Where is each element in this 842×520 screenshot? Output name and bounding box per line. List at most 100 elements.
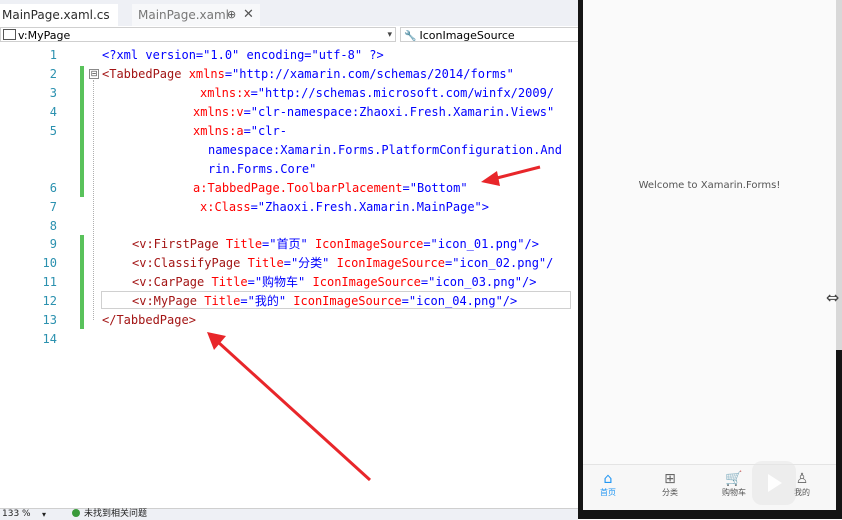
element-name: <v:CarPage bbox=[132, 275, 212, 289]
tab-label: MainPage.xaml.cs bbox=[2, 8, 110, 22]
chevron-down-icon[interactable]: ▾ bbox=[42, 509, 46, 520]
line-number: 5 bbox=[49, 124, 57, 138]
code-line-10: <v:ClassifyPage Title="分类" IconImageSour… bbox=[132, 254, 553, 273]
pin-icon[interactable]: ⊕ bbox=[227, 4, 236, 26]
attribute-name: Title bbox=[204, 294, 241, 308]
android-emulator: Welcome to Xamarin.Forms! ⌂ 首页 ⊞ 分类 🛒 购物… bbox=[578, 0, 842, 519]
collapse-icon[interactable]: ⊟ bbox=[89, 69, 99, 79]
line-number: 11 bbox=[42, 275, 57, 289]
welcome-label: Welcome to Xamarin.Forms! bbox=[638, 180, 781, 191]
attribute-value: ="分类" bbox=[283, 256, 337, 270]
attribute-name: a:TabbedPage.ToolbarPlacement bbox=[193, 181, 403, 195]
attribute-name: Title bbox=[225, 237, 263, 251]
element-selector-value: v:MyPage bbox=[18, 29, 71, 42]
code-line-6: a:TabbedPage.ToolbarPlacement="Bottom" bbox=[193, 179, 468, 198]
tab-home[interactable]: ⌂ 首页 bbox=[583, 471, 633, 498]
emulator-screen[interactable]: Welcome to Xamarin.Forms! ⌂ 首页 ⊞ 分类 🛒 购物… bbox=[583, 0, 836, 510]
line-number: 3 bbox=[49, 86, 57, 100]
attribute-value: ="购物车" bbox=[247, 275, 313, 289]
member-selector-value: IconImageSource bbox=[419, 29, 515, 42]
line-number: 13 bbox=[42, 313, 57, 327]
code-line-1: <?xml version="1.0" encoding="utf-8" ?> bbox=[102, 46, 384, 65]
attribute-value: rin.Forms.Core" bbox=[208, 162, 317, 176]
line-number: 1 bbox=[49, 48, 57, 62]
tab-label: MainPage.xaml bbox=[138, 8, 229, 22]
closing-element: </TabbedPage> bbox=[102, 313, 196, 327]
line-number: 8 bbox=[49, 219, 57, 233]
tab-mainpage-xaml-cs[interactable]: MainPage.xaml.cs bbox=[0, 4, 118, 26]
code-line-2: <TabbedPage xmlns="http://xamarin.com/sc… bbox=[102, 65, 514, 84]
line-number: 6 bbox=[49, 181, 57, 195]
attribute-name: Title bbox=[211, 275, 248, 289]
code-line-5-wrap-1: namespace:Xamarin.Forms.PlatformConfigur… bbox=[208, 141, 562, 160]
line-number: 9 bbox=[49, 237, 57, 251]
attribute-name: IconImageSource bbox=[314, 237, 424, 251]
attribute-name: IconImageSource bbox=[293, 294, 402, 308]
code-line-13: </TabbedPage> bbox=[102, 311, 196, 330]
member-selector-dropdown[interactable]: 🔧 IconImageSource bbox=[400, 27, 580, 42]
line-number: 10 bbox=[42, 256, 57, 270]
attribute-value: ="http://schemas.microsoft.com/winfx/200… bbox=[250, 86, 555, 100]
attribute-name: Title bbox=[247, 256, 284, 270]
close-icon[interactable]: ✕ bbox=[243, 4, 254, 26]
code-editor[interactable]: 1 2 3 4 5 6 7 8 9 10 11 12 13 14 ⊟ <?xml… bbox=[0, 44, 578, 508]
attribute-name: xmlns:x bbox=[200, 86, 251, 100]
attribute-value: ="Bottom" bbox=[402, 181, 468, 195]
category-icon: ⊞ bbox=[664, 471, 676, 487]
play-icon bbox=[768, 474, 782, 492]
attribute-name: IconImageSource bbox=[336, 256, 445, 270]
home-icon: ⌂ bbox=[603, 471, 613, 487]
code-line-5: xmlns:a="clr- bbox=[193, 122, 287, 141]
class-icon bbox=[3, 29, 16, 40]
change-indicator bbox=[80, 66, 84, 197]
code-line-7: x:Class="Zhaoxi.Fresh.Xamarin.MainPage"> bbox=[200, 198, 489, 217]
element-name: <v:ClassifyPage bbox=[132, 256, 248, 270]
element-name: <TabbedPage bbox=[102, 67, 189, 81]
attribute-name: xmlns:a bbox=[193, 124, 244, 138]
check-circle-icon bbox=[72, 509, 80, 517]
attribute-name: IconImageSource bbox=[312, 275, 421, 289]
attribute-name: xmlns bbox=[188, 67, 225, 81]
line-number: 4 bbox=[49, 105, 57, 119]
attribute-value: ="icon_01.png"/> bbox=[423, 237, 539, 251]
code-line-5-wrap-2: rin.Forms.Core" bbox=[208, 160, 316, 179]
wrench-icon: 🔧 bbox=[404, 31, 417, 42]
attribute-value: ="http://xamarin.com/schemas/2014/forms" bbox=[224, 67, 514, 81]
bottom-tab-bar: ⌂ 首页 ⊞ 分类 🛒 购物车 ♙ 我的 bbox=[583, 464, 836, 510]
resize-cursor-icon: ⇔ bbox=[826, 288, 840, 307]
attribute-value: ="Zhaoxi.Fresh.Xamarin.MainPage"> bbox=[250, 200, 489, 214]
attribute-value: ="icon_02.png"/ bbox=[445, 256, 554, 270]
attribute-name: xmlns:v bbox=[193, 105, 244, 119]
attribute-value: ="我的" bbox=[240, 294, 294, 308]
tab-mainpage-xaml[interactable]: MainPage.xaml ⊕ ✕ bbox=[132, 4, 260, 26]
tab-cart-label: 购物车 bbox=[722, 488, 746, 497]
line-number: 7 bbox=[49, 200, 57, 214]
outline-guide bbox=[93, 80, 94, 320]
attribute-value: ="首页" bbox=[262, 237, 315, 251]
zoom-level[interactable]: 133 % bbox=[2, 509, 31, 520]
line-number: 2 bbox=[49, 67, 57, 81]
change-indicator bbox=[80, 235, 84, 329]
issues-text: 未找到相关问题 bbox=[84, 509, 148, 519]
status-bar: 133 % ▾ 未找到相关问题 bbox=[0, 508, 578, 520]
tab-home-label: 首页 bbox=[600, 488, 616, 497]
code-line-3: xmlns:x="http://schemas.microsoft.com/wi… bbox=[200, 84, 554, 103]
attribute-value: namespace:Xamarin.Forms.PlatformConfigur… bbox=[208, 143, 563, 157]
xml-declaration: <?xml version="1.0" encoding="utf-8" ?> bbox=[102, 48, 384, 62]
attribute-name: x:Class bbox=[200, 200, 251, 214]
element-selector-dropdown[interactable]: v:MyPage ▾ bbox=[0, 27, 396, 42]
attribute-value: ="clr-namespace:Zhaoxi.Fresh.Xamarin.Vie… bbox=[243, 105, 555, 119]
code-line-11: <v:CarPage Title="购物车" IconImageSource="… bbox=[132, 273, 536, 292]
code-line-4: xmlns:v="clr-namespace:Zhaoxi.Fresh.Xama… bbox=[193, 103, 554, 122]
attribute-value: ="clr- bbox=[243, 124, 287, 138]
line-number: 14 bbox=[42, 332, 57, 346]
element-name: <v:MyPage bbox=[132, 294, 205, 308]
code-line-9: <v:FirstPage Title="首页" IconImageSource=… bbox=[132, 235, 539, 254]
attribute-value: ="icon_04.png"/> bbox=[401, 294, 518, 308]
code-line-12: <v:MyPage Title="我的" IconImageSource="ic… bbox=[132, 292, 517, 311]
tab-category[interactable]: ⊞ 分类 bbox=[645, 471, 695, 498]
issues-indicator[interactable]: 未找到相关问题 bbox=[72, 509, 147, 520]
attribute-value: ="icon_03.png"/> bbox=[420, 275, 537, 289]
tab-category-label: 分类 bbox=[662, 488, 678, 497]
chevron-down-icon: ▾ bbox=[387, 30, 392, 40]
